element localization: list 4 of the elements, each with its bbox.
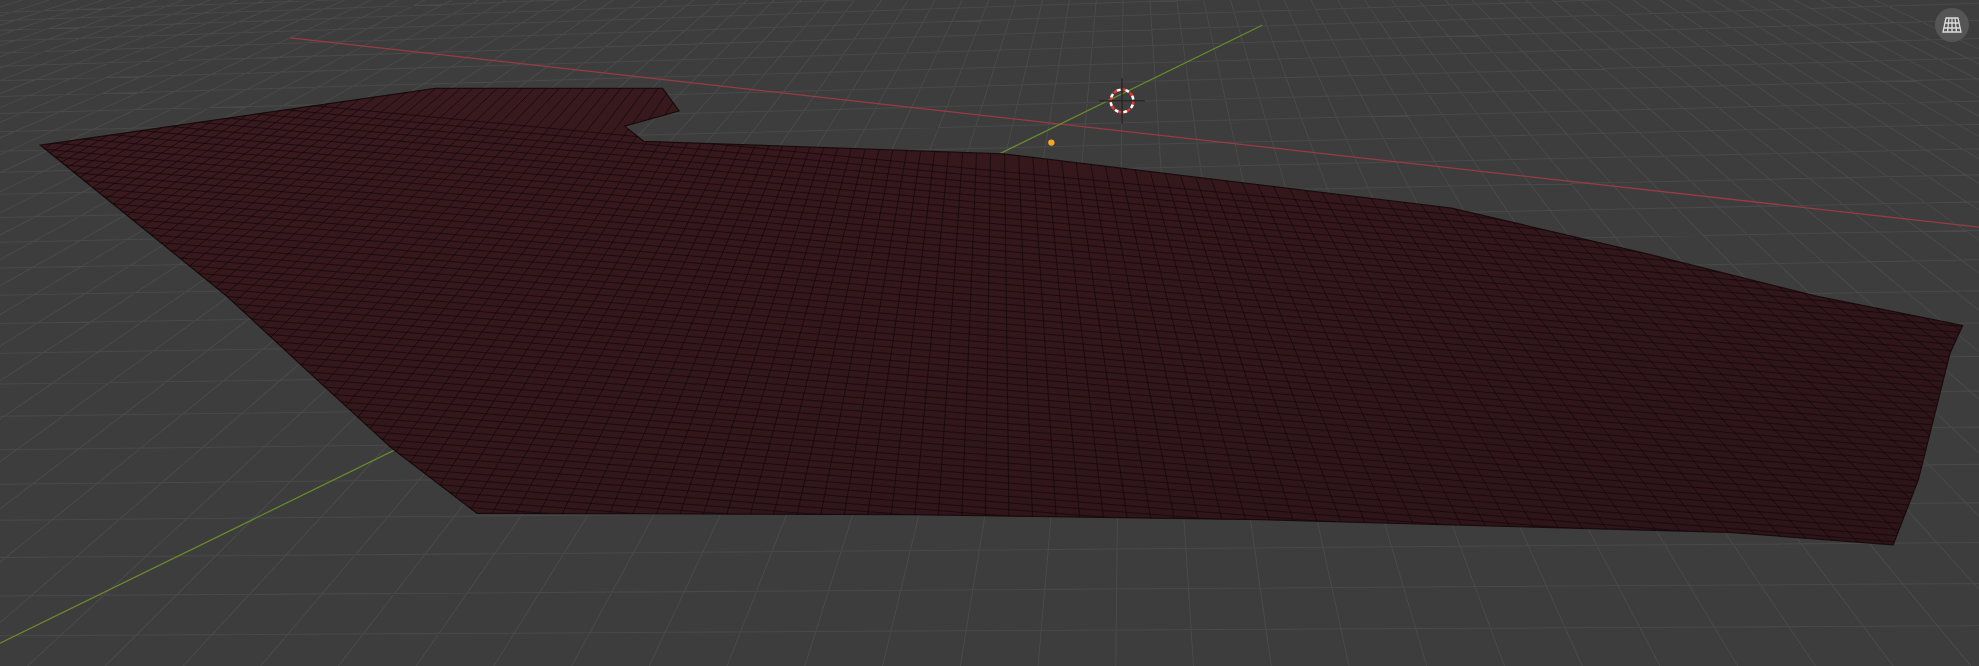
grid-view-toggle[interactable] bbox=[1935, 8, 1969, 42]
3d-cursor-icon bbox=[1098, 77, 1146, 125]
grid-icon bbox=[1942, 16, 1962, 34]
origin-dot bbox=[1048, 139, 1055, 146]
